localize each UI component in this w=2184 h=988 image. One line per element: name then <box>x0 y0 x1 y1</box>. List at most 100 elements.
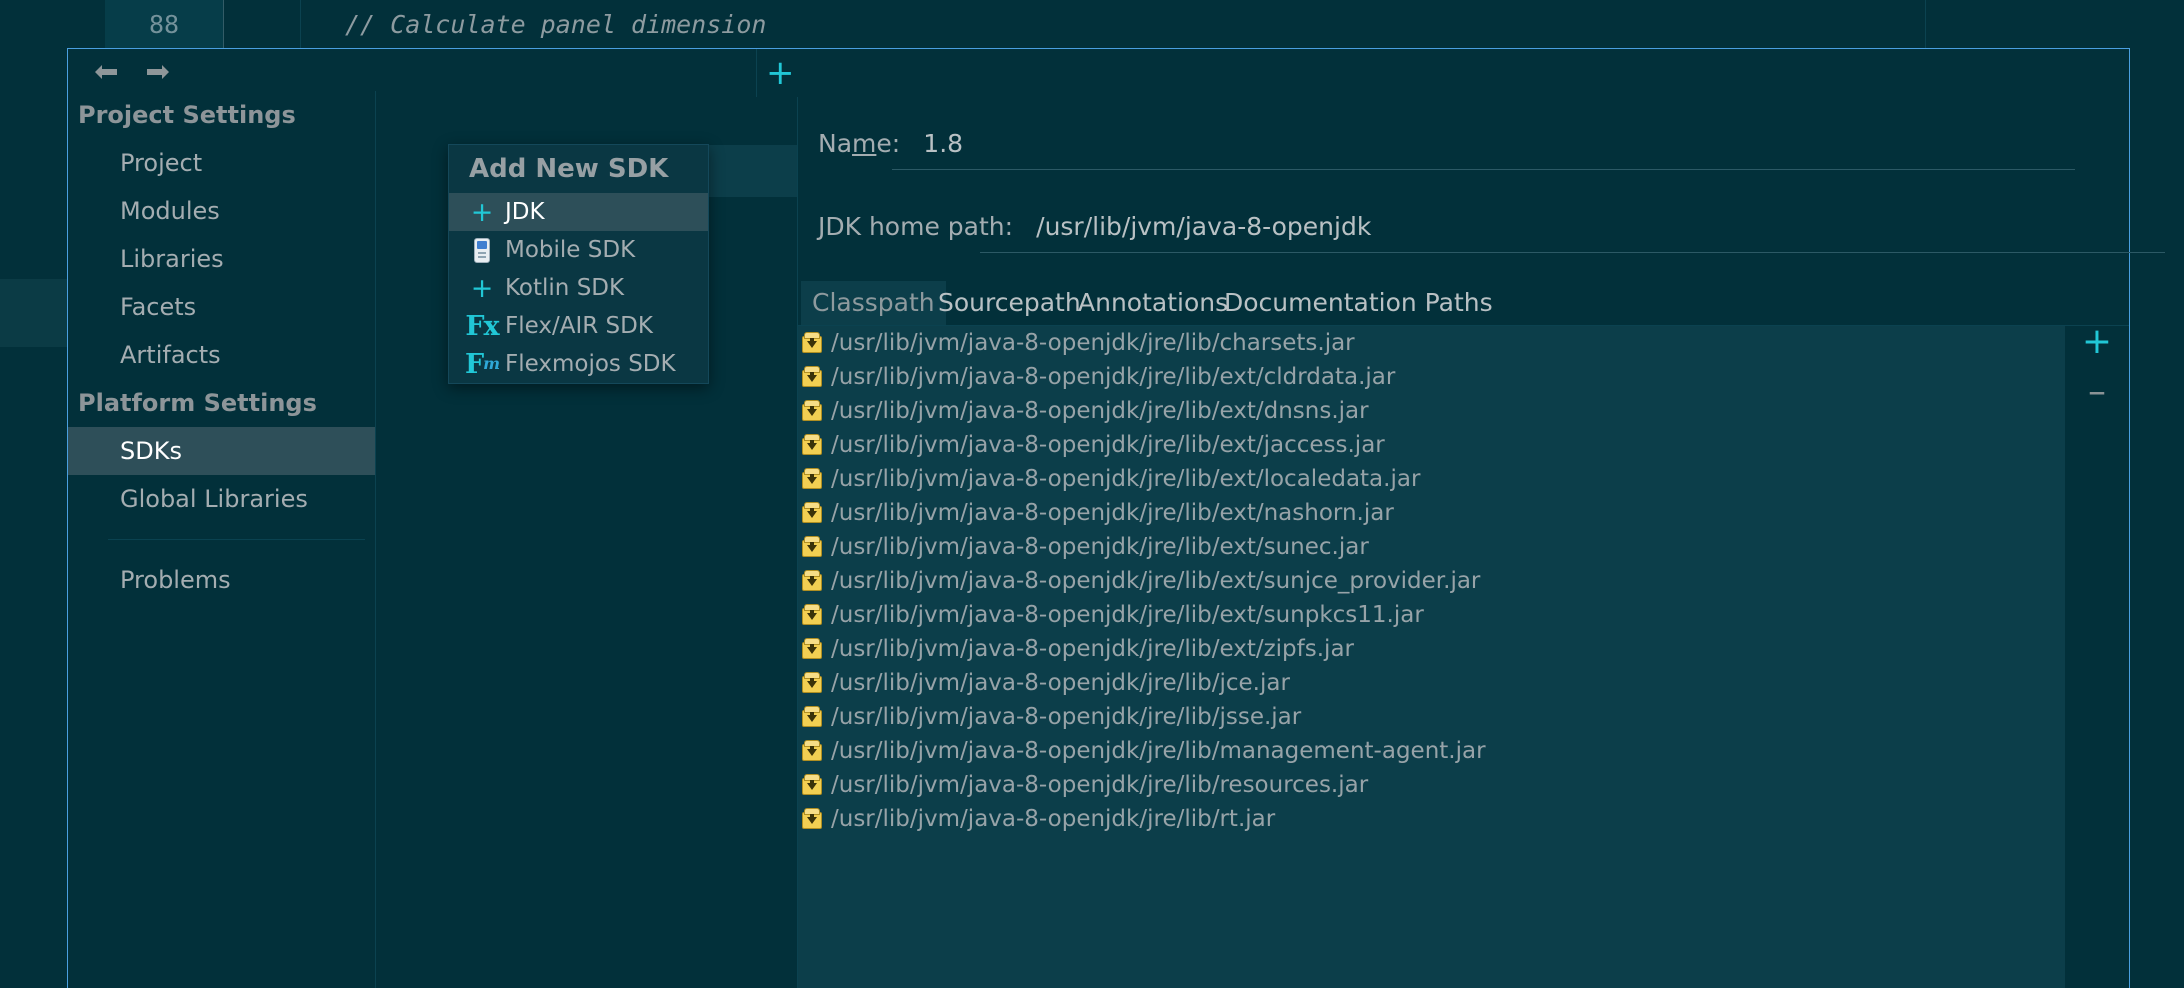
sidebar-item-project[interactable]: Project <box>68 139 375 187</box>
classpath-entry-label: /usr/lib/jvm/java-8-openjdk/jre/lib/ext/… <box>831 465 1421 492</box>
classpath-entry-row[interactable]: /usr/lib/jvm/java-8-openjdk/jre/lib/ext/… <box>798 462 2065 496</box>
editor-right-separator <box>1925 0 1926 50</box>
mobile-icon <box>467 237 497 263</box>
tab-documentation-paths[interactable]: Documentation Paths <box>1213 281 1504 325</box>
classpath-entry-row[interactable]: /usr/lib/jvm/java-8-openjdk/jre/lib/ext/… <box>798 428 2065 462</box>
popup-item-label: JDK <box>505 198 545 225</box>
sdk-details-panel: Name: 1.8 JDK home path: /usr/lib/jvm/ja… <box>798 49 2165 988</box>
classpath-entry-label: /usr/lib/jvm/java-8-openjdk/jre/lib/ext/… <box>831 397 1369 424</box>
tab-classpath[interactable]: Classpath <box>801 281 946 325</box>
classpath-entry-label: /usr/lib/jvm/java-8-openjdk/jre/lib/ext/… <box>831 601 1424 628</box>
jar-icon <box>801 774 823 796</box>
classpath-entry-label: /usr/lib/jvm/java-8-openjdk/jre/lib/ext/… <box>831 635 1354 662</box>
classpath-entry-label: /usr/lib/jvm/java-8-openjdk/jre/lib/ext/… <box>831 499 1394 526</box>
popup-item-label: Kotlin SDK <box>505 274 625 301</box>
editor-line-number: 88 <box>148 10 180 39</box>
sidebar-item-problems[interactable]: Problems <box>68 556 375 604</box>
add-new-sdk-popup: Add New SDK + JDK Mobile SDK + Kotlin SD… <box>448 144 709 384</box>
editor-code-comment: // Calculate panel dimension <box>345 10 767 39</box>
popup-item-mobile-sdk[interactable]: Mobile SDK <box>449 231 708 269</box>
editor-fold-column <box>224 0 300 50</box>
sidebar-item-facets[interactable]: Facets <box>68 283 375 331</box>
jar-icon <box>801 400 823 422</box>
classpath-entry-label: /usr/lib/jvm/java-8-openjdk/jre/lib/char… <box>831 329 1355 356</box>
jar-icon <box>801 332 823 354</box>
sidebar-item-modules[interactable]: Modules <box>68 187 375 235</box>
remove-classpath-entry-button[interactable]: – <box>2081 374 2113 410</box>
sidebar-item-global-libraries[interactable]: Global Libraries <box>68 475 375 523</box>
popup-item-label: Flex/AIR SDK <box>505 312 653 339</box>
add-new-sdk-popup-title: Add New SDK <box>469 154 669 184</box>
name-field-row: Name: 1.8 <box>818 129 963 158</box>
classpath-entry-row[interactable]: /usr/lib/jvm/java-8-openjdk/jre/lib/jce.… <box>798 666 2065 700</box>
popup-item-kotlin-sdk[interactable]: + Kotlin SDK <box>449 269 708 307</box>
project-structure-dialog: Project Settings Project Modules Librari… <box>67 48 2165 988</box>
plus-icon: + <box>470 196 494 228</box>
popup-item-label: Mobile SDK <box>505 236 636 263</box>
name-input[interactable]: 1.8 <box>923 129 963 158</box>
classpath-entry-label: /usr/lib/jvm/java-8-openjdk/jre/lib/reso… <box>831 771 1369 798</box>
classpath-entry-row[interactable]: /usr/lib/jvm/java-8-openjdk/jre/lib/reso… <box>798 768 2065 802</box>
sdk-detail-tabs: Classpath Sourcepath Annotations Documen… <box>798 281 2129 326</box>
fold-separator <box>300 0 301 50</box>
classpath-entry-row[interactable]: /usr/lib/jvm/java-8-openjdk/jre/lib/ext/… <box>798 598 2065 632</box>
classpath-entry-row[interactable]: /usr/lib/jvm/java-8-openjdk/jre/lib/char… <box>798 326 2065 360</box>
classpath-entry-label: /usr/lib/jvm/java-8-openjdk/jre/lib/ext/… <box>831 533 1369 560</box>
jar-icon <box>801 366 823 388</box>
jar-icon <box>801 502 823 524</box>
add-sdk-button[interactable]: + <box>766 56 795 90</box>
sidebar-group-project-settings: Project Settings <box>78 101 296 129</box>
classpath-entry-row[interactable]: /usr/lib/jvm/java-8-openjdk/jre/lib/ext/… <box>798 564 2065 598</box>
classpath-entry-row[interactable]: /usr/lib/jvm/java-8-openjdk/jre/lib/ext/… <box>798 530 2065 564</box>
jar-icon <box>801 706 823 728</box>
classpath-entry-label: /usr/lib/jvm/java-8-openjdk/jre/lib/mana… <box>831 737 1486 764</box>
popup-item-jdk[interactable]: + JDK <box>449 193 708 231</box>
jdk-home-path-label: JDK home path: <box>818 212 1014 241</box>
sdk-list-toolbar: + – <box>376 49 841 97</box>
classpath-entry-row[interactable]: /usr/lib/jvm/java-8-openjdk/jre/lib/rt.j… <box>798 802 2065 836</box>
jdk-home-path-input[interactable]: /usr/lib/jvm/java-8-openjdk <box>1036 212 1371 241</box>
plus-icon: + <box>470 272 494 304</box>
dialog-nav-bar <box>68 49 376 91</box>
popup-item-flexmojos-sdk[interactable]: Fm Flexmojos SDK <box>449 345 708 383</box>
classpath-entry-label: /usr/lib/jvm/java-8-openjdk/jre/lib/ext/… <box>831 363 1396 390</box>
screen: 88 // Calculate panel dimension Project … <box>0 0 2184 988</box>
flexmojos-icon: Fm <box>464 348 500 380</box>
classpath-entry-label: /usr/lib/jvm/java-8-openjdk/jre/lib/ext/… <box>831 431 1385 458</box>
name-input-underline <box>892 169 2075 170</box>
classpath-list-rail: + – <box>2065 324 2129 988</box>
classpath-entry-row[interactable]: /usr/lib/jvm/java-8-openjdk/jre/lib/ext/… <box>798 632 2065 666</box>
jar-icon <box>801 434 823 456</box>
arrow-left-icon[interactable] <box>93 63 119 81</box>
classpath-entry-list[interactable]: /usr/lib/jvm/java-8-openjdk/jre/lib/char… <box>798 326 2065 988</box>
flex-icon: Fx <box>465 310 499 342</box>
classpath-entry-row[interactable]: /usr/lib/jvm/java-8-openjdk/jre/lib/ext/… <box>798 394 2065 428</box>
jar-icon <box>801 808 823 830</box>
jar-icon <box>801 740 823 762</box>
jar-icon <box>801 536 823 558</box>
jdk-home-path-row: JDK home path: /usr/lib/jvm/java-8-openj… <box>818 212 1371 241</box>
classpath-entry-row[interactable]: /usr/lib/jvm/java-8-openjdk/jre/lib/jsse… <box>798 700 2065 734</box>
classpath-entry-label: /usr/lib/jvm/java-8-openjdk/jre/lib/rt.j… <box>831 805 1276 832</box>
name-label: Name: <box>818 129 901 158</box>
classpath-entry-row[interactable]: /usr/lib/jvm/java-8-openjdk/jre/lib/mana… <box>798 734 2065 768</box>
editor-left-strip-highlight <box>0 279 67 347</box>
sidebar-group-platform-settings: Platform Settings <box>78 389 317 417</box>
popup-item-label: Flexmojos SDK <box>505 350 676 377</box>
classpath-entry-label: /usr/lib/jvm/java-8-openjdk/jre/lib/ext/… <box>831 567 1481 594</box>
sidebar-divider-line <box>108 539 365 540</box>
jdk-home-path-underline <box>980 252 2165 253</box>
popup-item-flex-air-sdk[interactable]: Fx Flex/AIR SDK <box>449 307 708 345</box>
sidebar-item-artifacts[interactable]: Artifacts <box>68 331 375 379</box>
sidebar-item-sdks[interactable]: SDKs <box>68 427 375 475</box>
jar-icon <box>801 672 823 694</box>
arrow-right-icon[interactable] <box>145 63 171 81</box>
classpath-entry-row[interactable]: /usr/lib/jvm/java-8-openjdk/jre/lib/ext/… <box>798 360 2065 394</box>
toolbar-separator <box>756 49 757 97</box>
classpath-entry-row[interactable]: /usr/lib/jvm/java-8-openjdk/jre/lib/ext/… <box>798 496 2065 530</box>
sidebar-item-libraries[interactable]: Libraries <box>68 235 375 283</box>
jar-icon <box>801 570 823 592</box>
add-classpath-entry-button[interactable]: + <box>2081 324 2113 360</box>
classpath-entry-label: /usr/lib/jvm/java-8-openjdk/jre/lib/jsse… <box>831 703 1302 730</box>
classpath-entry-label: /usr/lib/jvm/java-8-openjdk/jre/lib/jce.… <box>831 669 1290 696</box>
